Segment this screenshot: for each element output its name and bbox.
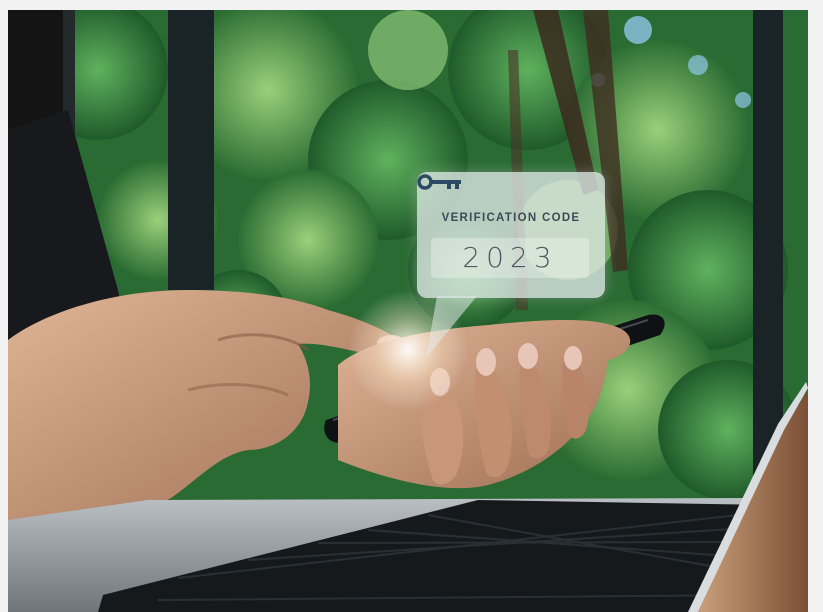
verification-code-bubble: VERIFICATION CODE 2023	[417, 172, 605, 298]
verification-label: VERIFICATION CODE	[441, 212, 581, 224]
photo: VERIFICATION CODE 2023	[8, 10, 808, 612]
verification-code-value: 2023	[462, 241, 558, 274]
photo-scene	[8, 10, 808, 612]
key-icon	[417, 174, 461, 190]
code-box: 2023	[431, 238, 589, 278]
